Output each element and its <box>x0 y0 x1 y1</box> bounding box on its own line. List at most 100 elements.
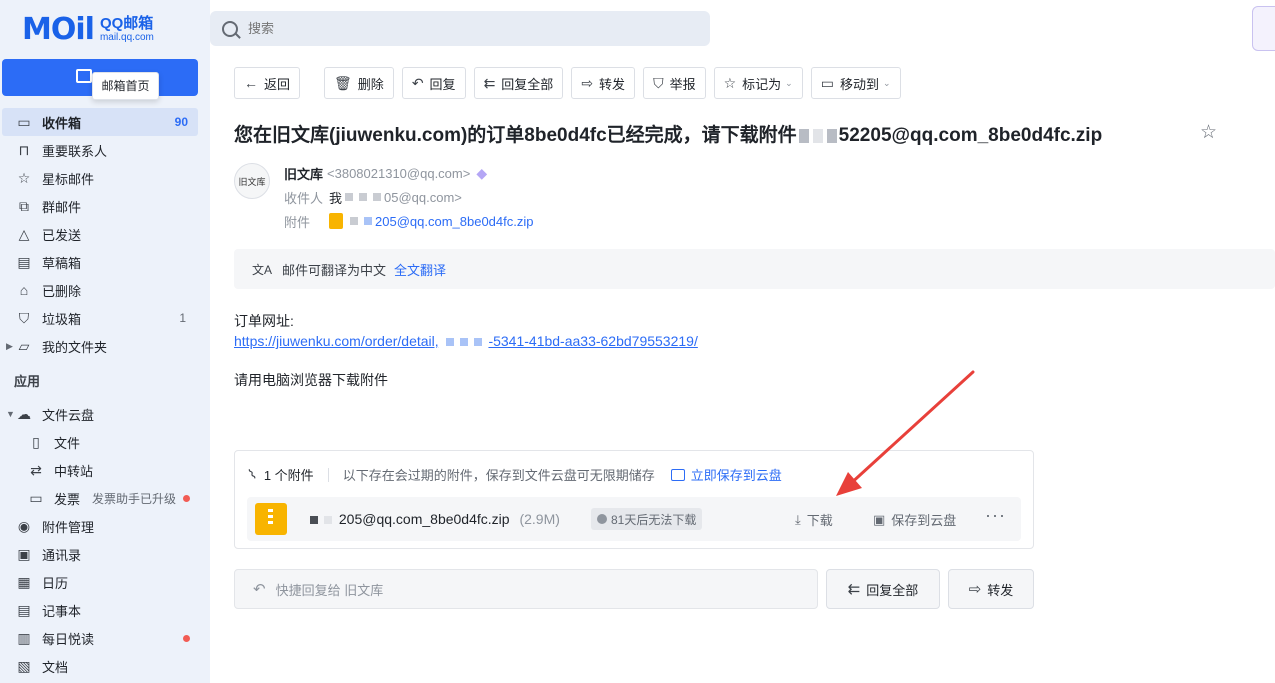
mark-as-dropdown[interactable]: ☆ 标记为 ⌄ <box>713 67 803 99</box>
sidebar-item-label: 记事本 <box>42 603 82 619</box>
zip-file-icon <box>255 503 287 535</box>
reply-label: 回复 <box>429 76 456 92</box>
attachment-file-name: 205@qq.com_8be0d4fc.zip (2.9M) <box>307 511 560 527</box>
sidebar-item-spam[interactable]: ⛉ 垃圾箱 1 <box>0 304 210 332</box>
send-icon: △ <box>18 225 30 242</box>
recipient-label: 收件人 <box>284 190 324 206</box>
expand-caret-icon[interactable]: ▶ <box>6 341 13 352</box>
unread-count: 90 <box>174 115 188 129</box>
translate-all-link[interactable]: 全文翻译 <box>394 260 446 279</box>
redaction-block <box>310 516 318 524</box>
sidebar-item-drafts[interactable]: ▤ 草稿箱 <box>0 248 210 276</box>
sidebar-item-daily-reading[interactable]: ▥ 每日悦读 <box>0 624 210 652</box>
sender-row: 旧文库 <3808021310@qq.com> ◆ <box>284 161 533 185</box>
sidebar-item-files[interactable]: ▯ 文件 <box>0 428 210 456</box>
save-cloud-label: 保存到云盘 <box>891 513 957 528</box>
clock-icon <box>597 514 607 524</box>
sidebar-item-my-folders[interactable]: ▶ ▱ 我的文件夹 <box>0 332 210 360</box>
sidebar-item-group-mail[interactable]: ⧉ 群邮件 <box>0 192 210 220</box>
report-button[interactable]: ⛉ 举报 <box>643 67 706 99</box>
order-url-link-start[interactable]: https://jiuwenku.com/order/detail, <box>234 333 439 349</box>
forward-icon: ⇨ <box>581 74 594 91</box>
transfer-icon: ⇄ <box>30 461 42 478</box>
mail-subject: 您在旧文库(jiuwenku.com)的订单8be0d4fc已经完成，请下载附件… <box>234 120 1102 147</box>
back-button[interactable]: ← 返回 <box>234 67 301 99</box>
sidebar-item-label: 我的文件夹 <box>42 339 108 355</box>
sidebar-item-inbox[interactable]: ▭ 收件箱 90 <box>2 108 198 136</box>
logo-text: QQ邮箱 mail.qq.com <box>100 16 154 43</box>
redaction-block <box>812 128 823 143</box>
more-options-icon[interactable]: ··· <box>985 505 1006 526</box>
sidebar-item-contacts[interactable]: ▣ 通讯录 <box>0 540 210 568</box>
trash-icon: ⌂ <box>19 282 29 298</box>
sidebar-item-label: 垃圾箱 <box>42 311 82 327</box>
sidebar-item-transfer[interactable]: ⇄ 中转站 <box>0 456 210 484</box>
search-input[interactable] <box>248 21 668 36</box>
attachment-link[interactable]: 205@qq.com_8be0d4fc.zip <box>375 214 533 229</box>
sidebar: MOil QQ邮箱 mail.qq.com ▭ 收件箱 90 ⊓ 重要联系人 ☆… <box>0 0 210 683</box>
redaction-block <box>826 128 837 143</box>
attachment-manage-icon: ◉ <box>17 517 31 534</box>
logo-mark: MOil <box>22 11 95 47</box>
bottom-reply-all-button[interactable]: ⇇ 回复全部 <box>826 569 940 609</box>
sidebar-item-attachment-manage[interactable]: ◉ 附件管理 <box>0 512 210 540</box>
reply-all-button[interactable]: ⇇ 回复全部 <box>473 67 564 99</box>
cloud-save-icon: ▣ <box>873 511 886 527</box>
file-icon: ▯ <box>32 433 40 450</box>
mail-body: 订单网址: https://jiuwenku.com/order/detail,… <box>234 311 698 351</box>
sender-avatar[interactable]: 旧文库 <box>234 163 270 199</box>
quick-reply-input[interactable]: ↶ 快捷回复给 旧文库 <box>234 569 818 609</box>
sidebar-item-docs[interactable]: ▧ 文档 <box>0 652 210 680</box>
sidebar-item-label: 收件箱 <box>42 115 82 131</box>
forward-button[interactable]: ⇨ 转发 <box>571 67 636 99</box>
report-label: 举报 <box>669 76 696 92</box>
sidebar-item-deleted[interactable]: ⌂ 已删除 <box>0 276 210 304</box>
save-all-to-cloud-link[interactable]: 立即保存到云盘 <box>670 465 782 484</box>
draft-icon: ▤ <box>17 253 31 270</box>
sidebar-item-label: 发票 <box>54 491 81 507</box>
mark-as-label: 标记为 <box>742 76 782 92</box>
reply-icon: ↶ <box>411 74 424 91</box>
shield-alert-icon: ⛉ <box>653 74 664 91</box>
attachment-count: 1 个附件 <box>263 468 314 483</box>
sidebar-item-calendar[interactable]: ▦ 日历 <box>0 568 210 596</box>
recipient-row: 收件人 我 05@qq.com> <box>284 185 533 209</box>
recipient-start[interactable]: 我 <box>329 188 342 207</box>
sender-name[interactable]: 旧文库 <box>284 164 323 183</box>
sidebar-item-sent[interactable]: △ 已发送 <box>0 220 210 248</box>
sidebar-item-invoice[interactable]: ▭ 发票 发票助手已升级 <box>0 484 210 512</box>
sidebar-item-label: 每日悦读 <box>42 631 95 647</box>
mail-meta: 旧文库 <3808021310@qq.com> ◆ 收件人 我 05@qq.co… <box>284 161 533 233</box>
sidebar-item-cloud-disk[interactable]: ▼ ☁ 文件云盘 <box>0 400 210 428</box>
order-url-link-end[interactable]: -5341-41bd-aa33-62bd79553219/ <box>488 333 697 349</box>
sidebar-item-important-contacts[interactable]: ⊓ 重要联系人 <box>0 136 210 164</box>
chevron-down-icon: ⌄ <box>785 77 793 88</box>
download-button[interactable]: ⤓ 下载 <box>795 510 833 529</box>
redaction-block <box>359 193 368 201</box>
sidebar-item-label: 群邮件 <box>42 199 82 215</box>
search-bar[interactable] <box>210 11 710 46</box>
collapse-caret-icon[interactable]: ▼ <box>6 409 15 419</box>
bottom-forward-button[interactable]: ⇨ 转发 <box>948 569 1034 609</box>
redaction-block <box>345 193 354 201</box>
inbox-icon: ▭ <box>17 113 31 130</box>
star-icon: ☆ <box>17 169 31 186</box>
chevron-down-icon: ⌄ <box>882 77 891 88</box>
sidebar-item-notepad[interactable]: ▤ 记事本 <box>0 596 210 624</box>
vip-badge-button[interactable] <box>1252 6 1275 51</box>
save-to-cloud-button[interactable]: ▣ 保存到云盘 <box>873 510 956 529</box>
attachment-file-row[interactable]: 205@qq.com_8be0d4fc.zip (2.9M) 81天后无法下载 … <box>247 497 1021 541</box>
delete-label: 删除 <box>357 76 384 92</box>
sidebar-item-starred[interactable]: ☆ 星标邮件 <box>0 164 210 192</box>
delete-button[interactable]: 🗑 删除 <box>324 67 394 99</box>
divider <box>327 467 329 482</box>
notification-dot <box>183 634 190 642</box>
expire-badge: 81天后无法下载 <box>591 508 703 530</box>
recipient-end: 05@qq.com> <box>384 189 462 205</box>
reply-button[interactable]: ↶ 回复 <box>401 67 466 99</box>
qq-mail-logo[interactable]: MOil QQ邮箱 mail.qq.com <box>22 11 154 47</box>
invoice-icon: ▭ <box>29 489 43 506</box>
subject-start: 您在旧文库(jiuwenku.com)的订单8be0d4fc已经完成，请下载附件 <box>234 125 797 146</box>
star-mail-icon[interactable]: ☆ <box>1200 121 1217 144</box>
move-to-dropdown[interactable]: ▭ 移动到 ⌄ <box>810 67 901 99</box>
